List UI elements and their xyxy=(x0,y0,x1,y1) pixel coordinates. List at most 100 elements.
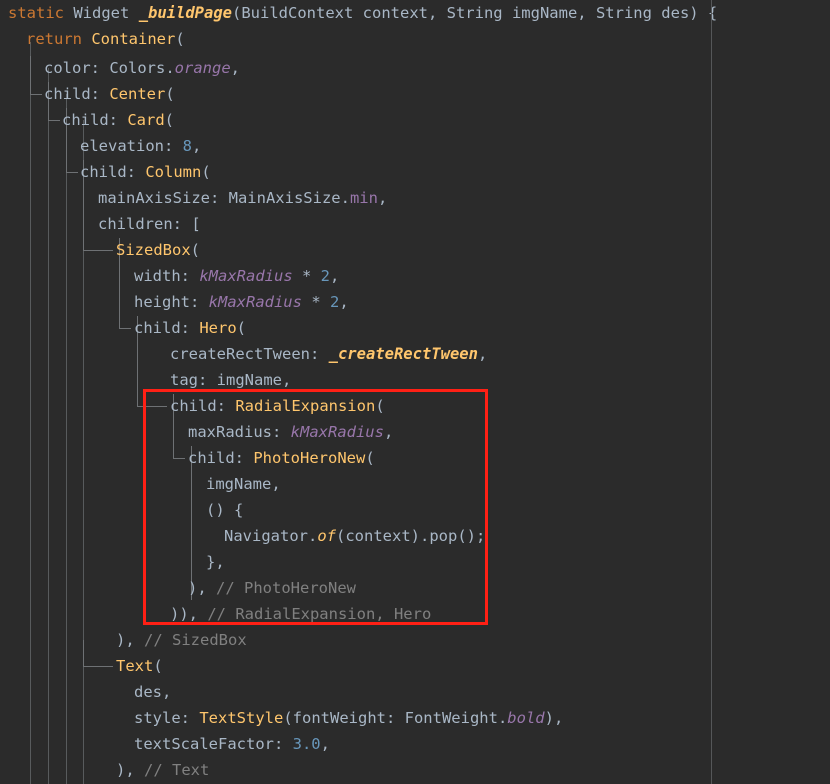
code-token-plain: ), xyxy=(544,709,564,727)
code-line[interactable]: tag: imgName, xyxy=(0,367,291,393)
code-line[interactable]: textScaleFactor: 3.0, xyxy=(0,731,330,757)
code-token-plain: ), xyxy=(188,579,216,597)
code-token-plain: children: [ xyxy=(98,215,201,233)
code-token-plain: width: xyxy=(134,267,200,285)
code-token-num: 3.0 xyxy=(292,735,321,753)
code-token-plain: , xyxy=(330,267,340,285)
code-line[interactable]: des, xyxy=(0,679,171,705)
code-token-fn2: of xyxy=(317,527,336,545)
code-line[interactable]: imgName, xyxy=(0,471,281,497)
code-token-plain: child: xyxy=(80,163,146,181)
code-line[interactable]: }, xyxy=(0,549,225,575)
code-token-class: PhotoHeroNew xyxy=(253,449,366,467)
code-line[interactable]: child: Column( xyxy=(0,159,211,185)
code-token-plain: , xyxy=(383,423,394,441)
code-line[interactable]: )), // RadialExpansion, Hero xyxy=(0,601,431,627)
code-line[interactable]: child: RadialExpansion( xyxy=(0,393,385,419)
code-line[interactable]: ), // SizedBox xyxy=(0,627,247,653)
code-token-class: Hero xyxy=(199,319,237,337)
code-line[interactable]: ), // Text xyxy=(0,757,209,783)
code-token-class: RadialExpansion xyxy=(235,397,376,415)
code-line[interactable]: return Container( xyxy=(0,26,185,52)
code-token-plain: , xyxy=(377,189,388,207)
code-token-fn: _buildPage xyxy=(138,4,233,22)
code-token-plain: (BuildContext context, String imgName, S… xyxy=(232,4,718,22)
code-token-class: Card xyxy=(127,111,165,129)
code-line[interactable]: child: Card( xyxy=(0,107,174,133)
right-margin-ruler xyxy=(711,0,712,784)
code-line[interactable]: elevation: 8, xyxy=(0,133,201,159)
code-token-plain: , xyxy=(230,59,240,77)
code-token-field: min xyxy=(349,189,378,207)
code-token-const: orange xyxy=(174,59,231,77)
code-token-plain: (context).pop(); xyxy=(336,527,486,545)
code-line[interactable]: SizedBox( xyxy=(0,237,200,263)
code-line[interactable]: createRectTween: _createRectTween, xyxy=(0,341,487,367)
code-token-plain: * xyxy=(292,267,321,285)
code-token-plain: imgName, xyxy=(206,475,281,493)
code-token-plain: , xyxy=(477,345,488,363)
code-token-num: 8 xyxy=(182,137,192,155)
code-token-plain: ( xyxy=(236,319,246,337)
code-token-comment: // Text xyxy=(144,761,210,779)
code-line[interactable]: maxRadius: kMaxRadius, xyxy=(0,419,393,445)
code-token-plain: des, xyxy=(134,683,172,701)
code-token-const: kMaxRadius xyxy=(199,267,293,285)
code-token-plain: ( xyxy=(164,111,174,129)
code-token-plain: createRectTween: xyxy=(170,345,329,363)
code-token-comment: // RadialExpansion, Hero xyxy=(207,605,432,623)
code-token-plain: }, xyxy=(206,553,225,571)
code-token-kw: static xyxy=(8,4,64,22)
code-line[interactable]: mainAxisSize: MainAxisSize.min, xyxy=(0,185,387,211)
code-line[interactable]: Navigator.of(context).pop(); xyxy=(0,523,485,549)
code-line[interactable]: ), // PhotoHeroNew xyxy=(0,575,356,601)
code-line[interactable]: color: Colors.orange, xyxy=(0,55,240,81)
code-token-plain: ( xyxy=(375,397,385,415)
code-line[interactable]: children: [ xyxy=(0,211,201,237)
code-token-const: kMaxRadius xyxy=(290,423,384,441)
code-token-plain: style: xyxy=(134,709,200,727)
code-token-plain: maxRadius: xyxy=(188,423,291,441)
code-token-plain: ), xyxy=(116,761,144,779)
code-token-plain: child: xyxy=(134,319,200,337)
code-token-plain: child: xyxy=(170,397,236,415)
code-token-plain: tag: imgName, xyxy=(170,371,292,389)
code-token-plain: child: xyxy=(62,111,128,129)
code-token-plain: height: xyxy=(134,293,209,311)
code-token-class: TextStyle xyxy=(199,709,284,727)
code-token-plain: (fontWeight: FontWeight. xyxy=(283,709,508,727)
code-token-kw: return xyxy=(26,30,82,48)
code-line[interactable]: child: PhotoHeroNew( xyxy=(0,445,375,471)
code-line[interactable]: child: Hero( xyxy=(0,315,246,341)
code-token-plain: mainAxisSize: MainAxisSize. xyxy=(98,189,350,207)
code-line[interactable]: child: Center( xyxy=(0,81,175,107)
code-token-plain: () { xyxy=(206,501,244,519)
code-line[interactable]: style: TextStyle(fontWeight: FontWeight.… xyxy=(0,705,563,731)
code-token-plain: elevation: xyxy=(80,137,183,155)
code-line[interactable]: width: kMaxRadius * 2, xyxy=(0,263,339,289)
code-line[interactable]: static Widget _buildPage(BuildContext co… xyxy=(0,0,717,26)
code-line[interactable]: Text( xyxy=(0,653,163,679)
code-token-class: SizedBox xyxy=(116,241,191,259)
code-token-num: 2 xyxy=(320,267,330,285)
code-token-plain: ( xyxy=(153,657,163,675)
code-token-plain: , xyxy=(192,137,202,155)
code-token-class: Container xyxy=(91,30,176,48)
code-token-comment: // PhotoHeroNew xyxy=(216,579,356,597)
code-editor-canvas[interactable]: static Widget _buildPage(BuildContext co… xyxy=(0,0,830,784)
code-line[interactable]: () { xyxy=(0,497,243,523)
code-token-const: kMaxRadius xyxy=(208,293,302,311)
code-token-plain: textScaleFactor: xyxy=(134,735,293,753)
code-token-plain: ( xyxy=(365,449,375,467)
code-token-class: Text xyxy=(116,657,154,675)
code-token-plain: * xyxy=(301,293,330,311)
code-token-plain: , xyxy=(320,735,330,753)
code-token-class: Center xyxy=(109,85,166,103)
code-token-plain: ( xyxy=(190,241,200,259)
code-line[interactable]: height: kMaxRadius * 2, xyxy=(0,289,349,315)
code-token-plain: )), xyxy=(170,605,208,623)
code-text-layer[interactable]: static Widget _buildPage(BuildContext co… xyxy=(0,0,830,784)
code-token-fn: _createRectTween xyxy=(328,345,478,363)
